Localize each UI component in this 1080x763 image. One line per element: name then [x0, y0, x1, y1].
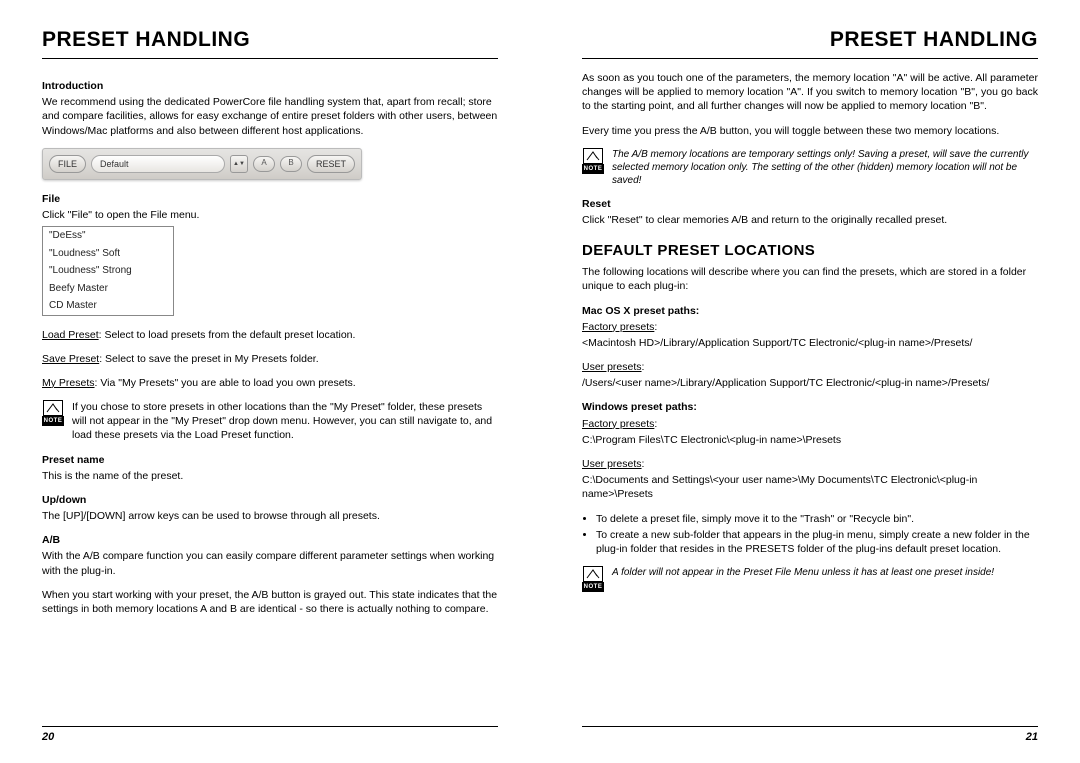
- file-button[interactable]: FILE: [49, 155, 86, 173]
- page-number-left: 20: [42, 726, 498, 743]
- page-right: PRESET HANDLING As soon as you touch one…: [540, 0, 1080, 763]
- my-presets-label: My Presets: [42, 377, 95, 389]
- menu-item[interactable]: "Loudness" Strong: [43, 262, 173, 280]
- mac-factory-path: <Macintosh HD>/Library/Application Suppo…: [582, 336, 1038, 350]
- menu-item[interactable]: CD Master: [43, 297, 173, 315]
- my-presets-line: My Presets: Via "My Presets" you are abl…: [42, 376, 498, 390]
- load-preset-line: Load Preset: Select to load presets from…: [42, 328, 498, 342]
- ab-text-2: When you start working with your preset,…: [42, 588, 498, 616]
- win-factory-line: Factory presets:: [582, 417, 1038, 431]
- updown-stepper[interactable]: ▲▼: [230, 155, 248, 173]
- menu-item[interactable]: Beefy Master: [43, 280, 173, 298]
- note-text-3: A folder will not appear in the Preset F…: [612, 566, 994, 592]
- mac-paths-heading: Mac OS X preset paths:: [582, 304, 1038, 318]
- file-heading: File: [42, 192, 498, 206]
- reset-heading: Reset: [582, 197, 1038, 211]
- mac-user-path: /Users/<user name>/Library/Application S…: [582, 376, 1038, 390]
- header-rule-left: PRESET HANDLING: [42, 28, 498, 59]
- win-paths-heading: Windows preset paths:: [582, 400, 1038, 414]
- intro-heading: Introduction: [42, 79, 498, 93]
- mac-user-line: User presets:: [582, 360, 1038, 374]
- note-text-1: If you chose to store presets in other l…: [72, 400, 498, 443]
- win-user-line: User presets:: [582, 457, 1038, 471]
- tips-list: To delete a preset file, simply move it …: [582, 512, 1038, 557]
- preset-name-field[interactable]: Default: [91, 155, 225, 173]
- plugin-toolbar: FILE Default ▲▼ A B RESET: [42, 148, 362, 180]
- save-preset-label: Save Preset: [42, 353, 99, 365]
- win-factory-path: C:\Program Files\TC Electronic\<plug-in …: [582, 433, 1038, 447]
- b-button[interactable]: B: [280, 156, 302, 172]
- page-title-right: PRESET HANDLING: [582, 28, 1038, 52]
- reset-text: Click "Reset" to clear memories A/B and …: [582, 213, 1038, 227]
- note-block-1: NOTE If you chose to store presets in ot…: [42, 400, 498, 443]
- preset-name-heading: Preset name: [42, 453, 498, 467]
- note-icon: NOTE: [42, 400, 64, 443]
- page-title-left: PRESET HANDLING: [42, 28, 498, 52]
- page-number-right: 21: [582, 726, 1038, 743]
- tip-delete: To delete a preset file, simply move it …: [596, 512, 1038, 526]
- a-button[interactable]: A: [253, 156, 275, 172]
- content-right: As soon as you touch one of the paramete…: [582, 71, 1038, 726]
- preset-name-text: This is the name of the preset.: [42, 469, 498, 483]
- win-user-path: C:\Documents and Settings\<your user nam…: [582, 473, 1038, 501]
- ab-continue-1: As soon as you touch one of the paramete…: [582, 71, 1038, 114]
- save-preset-line: Save Preset: Select to save the preset i…: [42, 352, 498, 366]
- note-icon: NOTE: [582, 566, 604, 592]
- content-left: Introduction We recommend using the dedi…: [42, 71, 498, 726]
- page-spread: PRESET HANDLING Introduction We recommen…: [0, 0, 1080, 763]
- load-preset-label: Load Preset: [42, 329, 99, 341]
- note-block-2: NOTE The A/B memory locations are tempor…: [582, 148, 1038, 187]
- ab-text-1: With the A/B compare function you can ea…: [42, 549, 498, 577]
- menu-item[interactable]: "DeEss": [43, 227, 173, 245]
- note-text-2: The A/B memory locations are temporary s…: [612, 148, 1038, 187]
- updown-text: The [UP]/[DOWN] arrow keys can be used t…: [42, 509, 498, 523]
- file-menu: "DeEss" "Loudness" Soft "Loudness" Stron…: [42, 226, 174, 316]
- note-icon: NOTE: [582, 148, 604, 187]
- note-block-3: NOTE A folder will not appear in the Pre…: [582, 566, 1038, 592]
- header-rule-right: PRESET HANDLING: [582, 28, 1038, 59]
- default-locations-heading: DEFAULT PRESET LOCATIONS: [582, 241, 1038, 261]
- page-left: PRESET HANDLING Introduction We recommen…: [0, 0, 540, 763]
- updown-heading: Up/down: [42, 493, 498, 507]
- intro-text: We recommend using the dedicated PowerCo…: [42, 95, 498, 138]
- ab-continue-2: Every time you press the A/B button, you…: [582, 124, 1038, 138]
- default-locations-text: The following locations will describe wh…: [582, 265, 1038, 293]
- tip-subfolder: To create a new sub-folder that appears …: [596, 528, 1038, 556]
- file-text: Click "File" to open the File menu.: [42, 208, 498, 222]
- ab-heading: A/B: [42, 533, 498, 547]
- mac-factory-line: Factory presets:: [582, 320, 1038, 334]
- menu-item[interactable]: "Loudness" Soft: [43, 245, 173, 263]
- reset-button[interactable]: RESET: [307, 155, 355, 173]
